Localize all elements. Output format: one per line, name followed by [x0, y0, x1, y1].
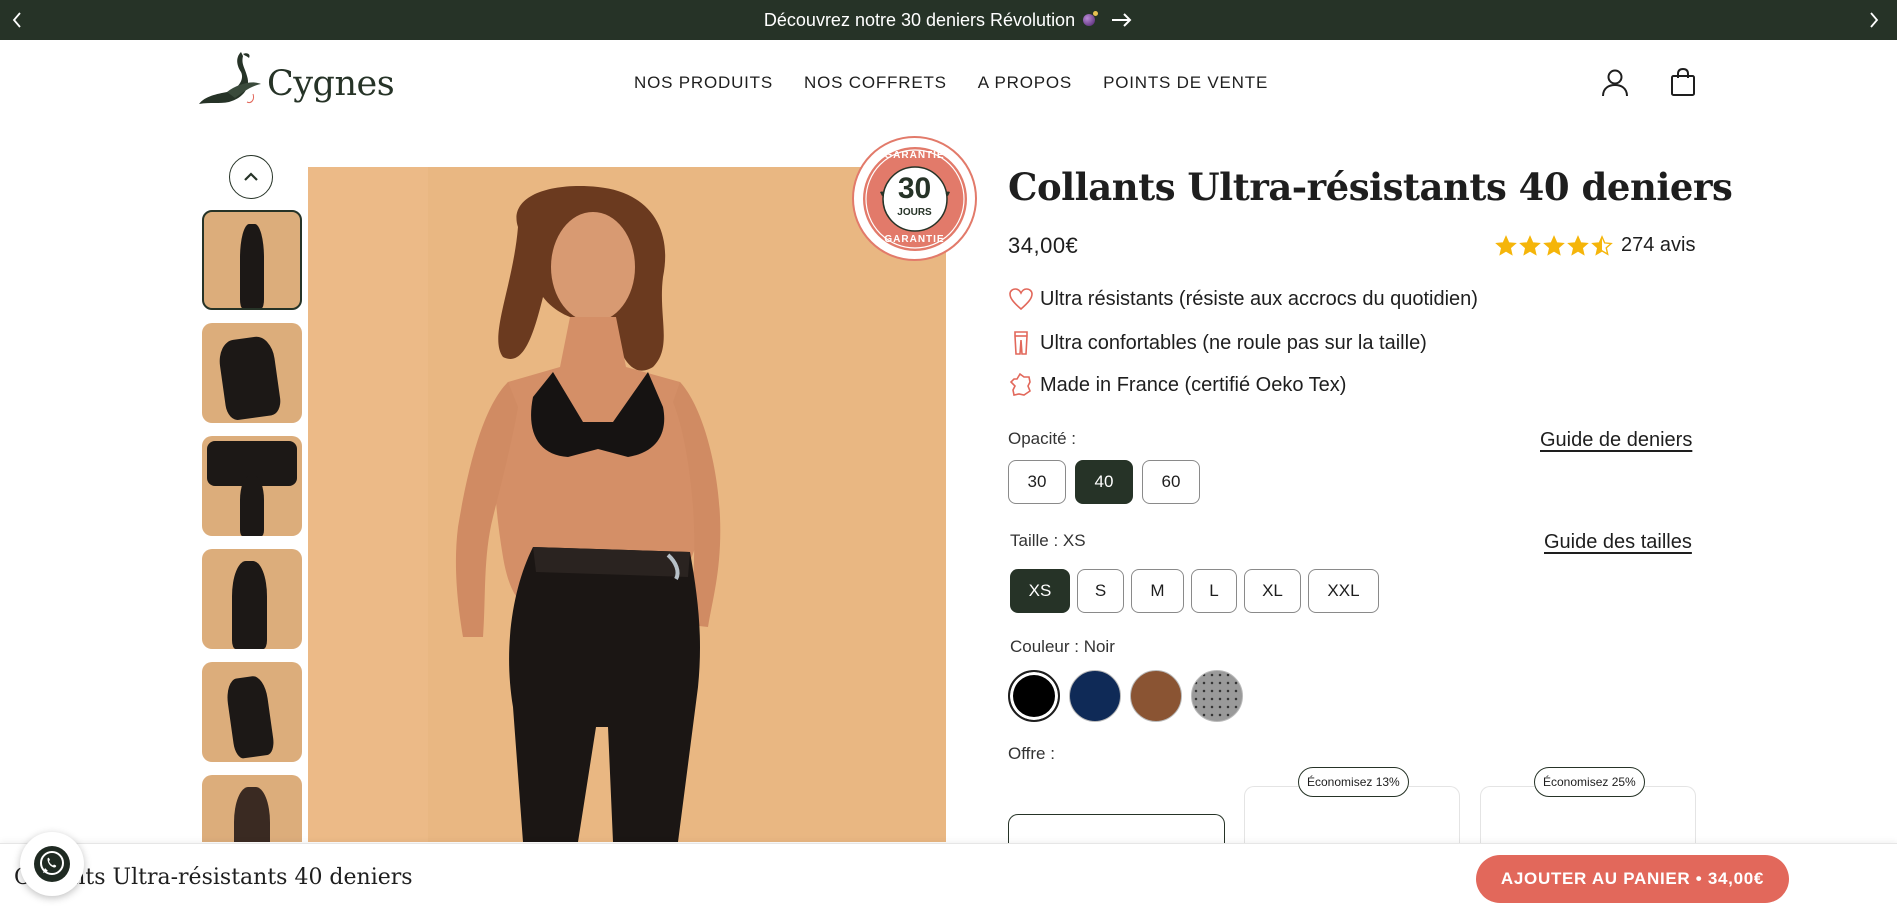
- color-swatch-grey-dotted[interactable]: [1191, 670, 1243, 722]
- thumbnail-5[interactable]: [202, 662, 302, 762]
- main-product-image[interactable]: [308, 167, 946, 842]
- announcement-next-button[interactable]: [1859, 0, 1889, 40]
- nav-item-nos-produits[interactable]: NOS PRODUITS: [634, 73, 773, 93]
- size-guide-link[interactable]: Guide des tailles: [1544, 531, 1692, 554]
- review-count: 274 avis: [1621, 234, 1696, 256]
- chevron-right-icon: [1870, 12, 1879, 28]
- opacity-option-60[interactable]: 60: [1142, 460, 1200, 504]
- opacity-label: Opacité :: [1008, 429, 1077, 448]
- color-swatches: [1008, 670, 1243, 722]
- account-icon: [1602, 69, 1628, 97]
- tights-icon: [1014, 331, 1028, 355]
- nav-item-nos-coffrets[interactable]: NOS COFFRETS: [804, 73, 947, 93]
- opacity-options: 30 40 60: [1008, 460, 1200, 504]
- opacity-option-30[interactable]: 30: [1008, 460, 1066, 504]
- arrow-right-icon: [1112, 13, 1132, 27]
- size-option-s[interactable]: S: [1077, 569, 1124, 613]
- product-price: 34,00€: [1008, 233, 1079, 258]
- announcement-text: Découvrez notre 30 deniers Révolution: [763, 9, 1076, 30]
- rating-stars: [1495, 234, 1613, 257]
- account-button[interactable]: [1599, 66, 1631, 98]
- feature-made-in-france: Made in France (certifié Oeko Tex): [1008, 372, 1346, 398]
- star-icon: [1591, 234, 1613, 256]
- size-label: Taille : XS: [1010, 531, 1086, 550]
- color-swatch-black[interactable]: [1008, 670, 1060, 722]
- sticky-add-to-cart-bar: Collants Ultra-résistants 40 deniers AJO…: [0, 843, 1897, 912]
- size-option-l[interactable]: L: [1191, 569, 1237, 613]
- badge-bottom-text: GARANTIE: [884, 234, 945, 245]
- main-nav: NOS PRODUITS NOS COFFRETS A PROPOS POINT…: [634, 73, 1268, 93]
- bag-icon: [1671, 67, 1695, 96]
- thumbnail-3[interactable]: [202, 436, 302, 536]
- model-photo: [308, 167, 946, 842]
- nav-item-a-propos[interactable]: A PROPOS: [978, 73, 1072, 93]
- chevron-left-icon: [12, 12, 21, 28]
- badge-unit: JOURS: [897, 207, 932, 218]
- whatsapp-button[interactable]: [20, 832, 84, 896]
- size-options: XS S M L XL XXL: [1010, 569, 1379, 613]
- france-map-icon: [1009, 372, 1031, 396]
- whatsapp-icon: [34, 846, 70, 882]
- rating[interactable]: 274 avis: [1495, 234, 1696, 257]
- feature-comfort: Ultra confortables (ne roule pas sur la …: [1008, 330, 1427, 356]
- feature-text: Ultra confortables (ne roule pas sur la …: [1040, 331, 1427, 354]
- thumbnails-up-button[interactable]: [229, 155, 273, 199]
- size-option-xl[interactable]: XL: [1244, 569, 1301, 613]
- badge-number: 30: [897, 172, 932, 205]
- star-icon: [1519, 234, 1541, 256]
- nav-item-points-de-vente[interactable]: POINTS DE VENTE: [1103, 73, 1268, 93]
- size-option-xxl[interactable]: XXL: [1308, 569, 1379, 613]
- logo[interactable]: Cygnes: [197, 50, 395, 108]
- thumbnail-1[interactable]: [202, 210, 302, 310]
- badge-top-text: GARANTIE: [884, 150, 945, 161]
- add-to-cart-button[interactable]: AJOUTER AU PANIER • 34,00€: [1476, 855, 1789, 903]
- color-swatch-navy[interactable]: [1069, 670, 1121, 722]
- star-icon: [1495, 234, 1517, 256]
- thumbnail-4[interactable]: [202, 549, 302, 649]
- guarantee-badge: GARANTIE 30 JOURS GARANTIE: [852, 136, 977, 261]
- star-icon: [1543, 234, 1565, 256]
- color-label: Couleur : Noir: [1010, 637, 1115, 656]
- logo-text: Cygnes: [267, 64, 395, 104]
- thumbnail-list: [202, 210, 302, 842]
- offer-label: Offre :: [1008, 744, 1055, 763]
- size-option-m[interactable]: M: [1131, 569, 1184, 613]
- savings-badge: Économisez 25%: [1534, 767, 1645, 797]
- product-title: Collants Ultra-résistants 40 deniers: [1008, 165, 1733, 209]
- denier-guide-link[interactable]: Guide de deniers: [1540, 429, 1692, 452]
- cart-button[interactable]: [1667, 66, 1699, 98]
- star-icon: [1567, 234, 1589, 256]
- swan-logo-icon: [199, 52, 261, 104]
- savings-badge: Économisez 13%: [1298, 767, 1409, 797]
- announcement-message[interactable]: Découvrez notre 30 deniers Révolution: [764, 10, 1133, 31]
- gem-icon: [1083, 11, 1099, 26]
- thumbnail-2[interactable]: [202, 323, 302, 423]
- opacity-option-40[interactable]: 40: [1075, 460, 1133, 504]
- announcement-bar: Découvrez notre 30 deniers Révolution: [0, 0, 1897, 40]
- heart-icon: [1009, 288, 1033, 311]
- feature-text: Ultra résistants (résiste aux accrocs du…: [1040, 287, 1478, 310]
- chevron-up-icon: [244, 172, 258, 181]
- feature-resistant: Ultra résistants (résiste aux accrocs du…: [1008, 287, 1478, 311]
- size-option-xs[interactable]: XS: [1010, 569, 1070, 613]
- feature-text: Made in France (certifié Oeko Tex): [1040, 373, 1347, 396]
- announcement-prev-button[interactable]: [2, 0, 32, 40]
- thumbnail-6[interactable]: [202, 775, 302, 842]
- site-header: Cygnes NOS PRODUITS NOS COFFRETS A PROPO…: [0, 40, 1897, 128]
- color-swatch-brown[interactable]: [1130, 670, 1182, 722]
